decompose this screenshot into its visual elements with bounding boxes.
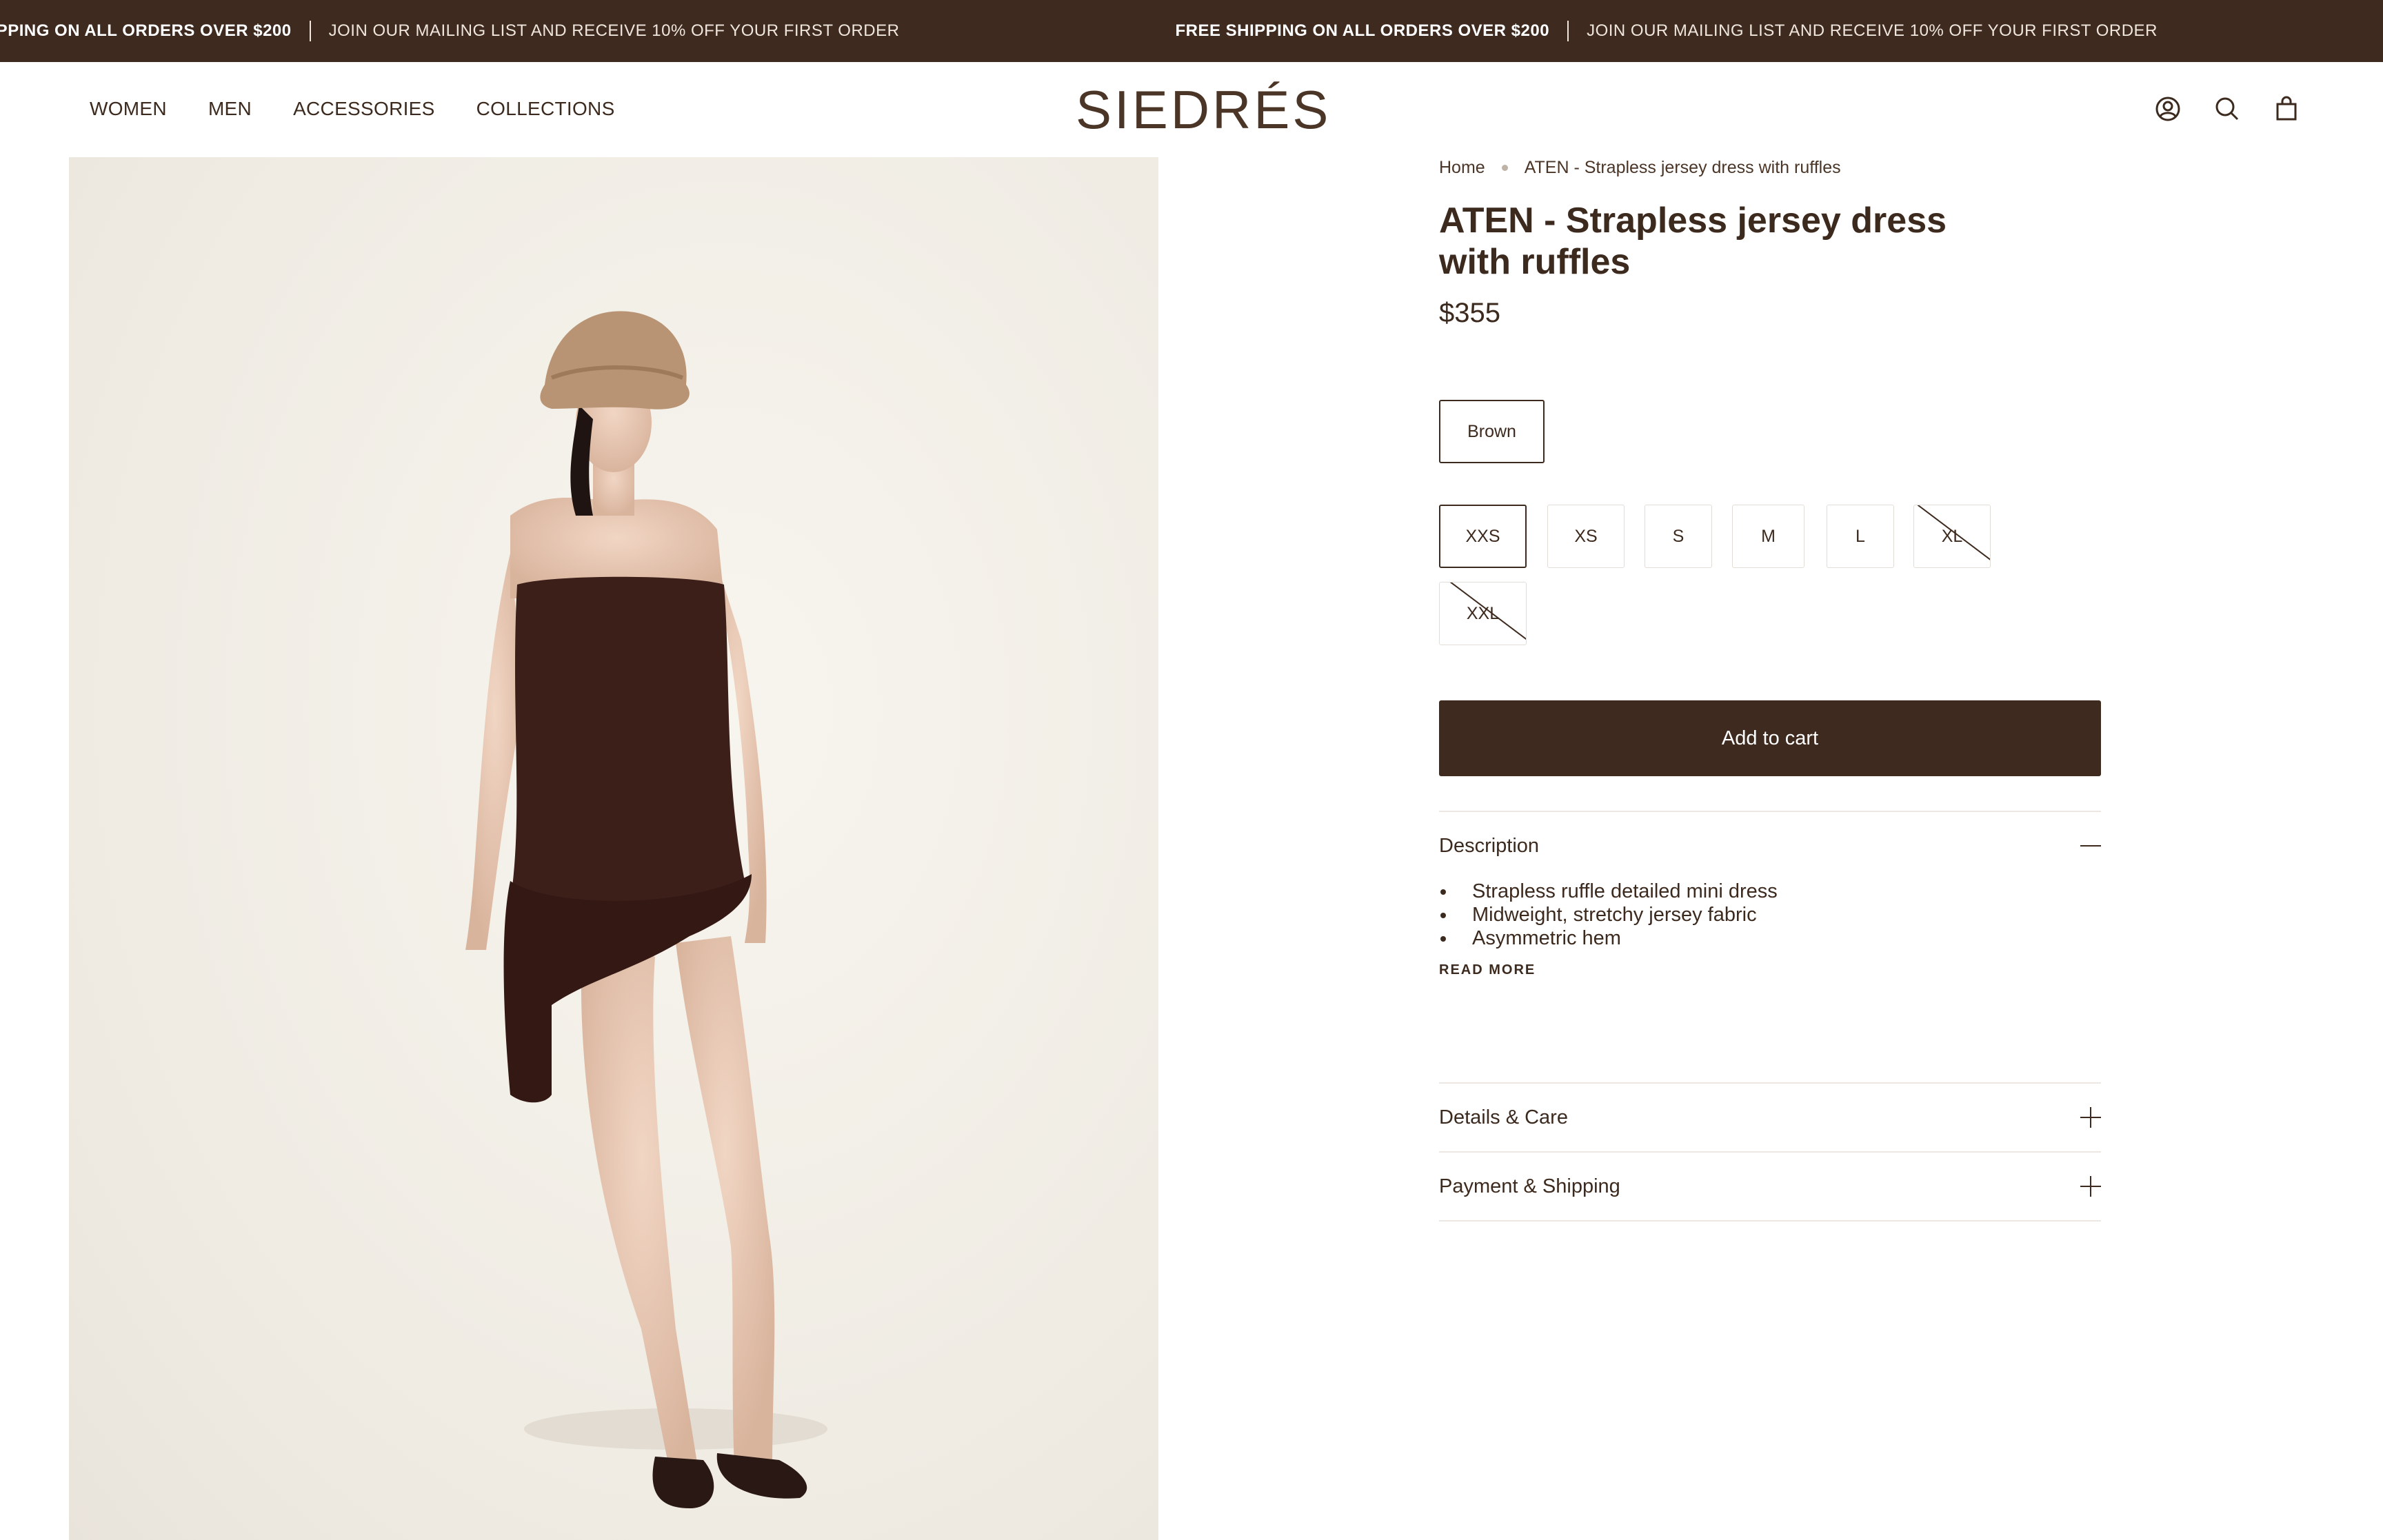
plus-icon[interactable] — [2080, 1107, 2101, 1128]
announcement-shipping: FREE SHIPPING ON ALL ORDERS OVER $200 — [1175, 21, 1550, 40]
nav-collections[interactable]: COLLECTIONS — [476, 98, 615, 120]
nav-men[interactable]: MEN — [208, 98, 252, 120]
announcement-divider — [309, 21, 311, 41]
nav-women[interactable]: WOMEN — [90, 98, 167, 120]
breadcrumb-separator-icon — [1501, 164, 1508, 171]
description-item: Midweight, stretchy jersey fabric — [1439, 903, 2101, 926]
bag-icon[interactable] — [2273, 95, 2300, 123]
product-image[interactable] — [69, 157, 1158, 1540]
plus-icon[interactable] — [2080, 1176, 2101, 1197]
product-title: ATEN - Strapless jersey dress with ruffl… — [1439, 201, 1947, 282]
size-option-xl-unavailable[interactable]: XL — [1913, 505, 1991, 568]
announcement-divider — [1567, 21, 1569, 41]
product-info: Home ATEN - Strapless jersey dress with … — [1439, 157, 2101, 1222]
breadcrumb: Home ATEN - Strapless jersey dress with … — [1439, 157, 2101, 178]
accordion-payment-shipping: Payment & Shipping — [1439, 1151, 2101, 1222]
size-option-m[interactable]: M — [1732, 505, 1804, 568]
accordion-details-header[interactable]: Details & Care — [1439, 1084, 2101, 1151]
nav-accessories[interactable]: ACCESSORIES — [293, 98, 435, 120]
announcement-bar: FREE SHIPPING ON ALL ORDERS OVER $200 JO… — [0, 0, 2383, 62]
description-item: Strapless ruffle detailed mini dress — [1439, 880, 2101, 903]
account-icon[interactable] — [2154, 95, 2182, 123]
brand-logo[interactable]: SIEDRÉS — [1076, 79, 1331, 141]
color-option-brown[interactable]: Brown — [1439, 400, 1545, 463]
header-icons — [2154, 62, 2300, 155]
model-illustration — [465, 311, 827, 1508]
breadcrumb-home[interactable]: Home — [1439, 158, 1485, 178]
accordion-description: Description Strapless ruffle detailed mi… — [1439, 811, 2101, 978]
main-nav: WOMEN MEN ACCESSORIES COLLECTIONS — [90, 62, 615, 155]
announcement-shipping: FREE SHIPPING ON ALL ORDERS OVER $200 — [0, 21, 292, 40]
breadcrumb-current: ATEN - Strapless jersey dress with ruffl… — [1524, 157, 1841, 177]
accordion-description-header[interactable]: Description — [1439, 812, 2101, 880]
add-to-cart-button[interactable]: Add to cart — [1439, 700, 2101, 776]
size-option-xxs[interactable]: XXS — [1439, 505, 1527, 568]
size-option-xxl-unavailable[interactable]: XXL — [1439, 582, 1527, 645]
size-option-s[interactable]: S — [1645, 505, 1712, 568]
accordion-details-care: Details & Care — [1439, 1082, 2101, 1151]
minus-icon[interactable] — [2080, 835, 2101, 856]
description-list: Strapless ruffle detailed mini dress Mid… — [1439, 880, 2101, 950]
accordion-details-label: Details & Care — [1439, 1106, 1568, 1128]
search-icon[interactable] — [2213, 95, 2241, 123]
accordion-description-label: Description — [1439, 834, 1540, 857]
announcement-mailing: JOIN OUR MAILING LIST AND RECEIVE 10% OF… — [1587, 21, 2158, 40]
size-option-xs[interactable]: XS — [1547, 505, 1625, 568]
announcement-track: FREE SHIPPING ON ALL ORDERS OVER $200 JO… — [0, 0, 2383, 62]
accordion-payment-header[interactable]: Payment & Shipping — [1439, 1153, 2101, 1220]
site-header: WOMEN MEN ACCESSORIES COLLECTIONS SIEDRÉ… — [0, 62, 2383, 155]
announcement-mailing: JOIN OUR MAILING LIST AND RECEIVE 10% OF… — [328, 21, 900, 40]
description-item: Asymmetric hem — [1439, 926, 2101, 950]
product-price: $355 — [1439, 298, 1500, 328]
accordion-payment-label: Payment & Shipping — [1439, 1175, 1620, 1197]
read-more-link[interactable]: READ MORE — [1439, 962, 1536, 978]
size-option-l[interactable]: L — [1827, 505, 1894, 568]
